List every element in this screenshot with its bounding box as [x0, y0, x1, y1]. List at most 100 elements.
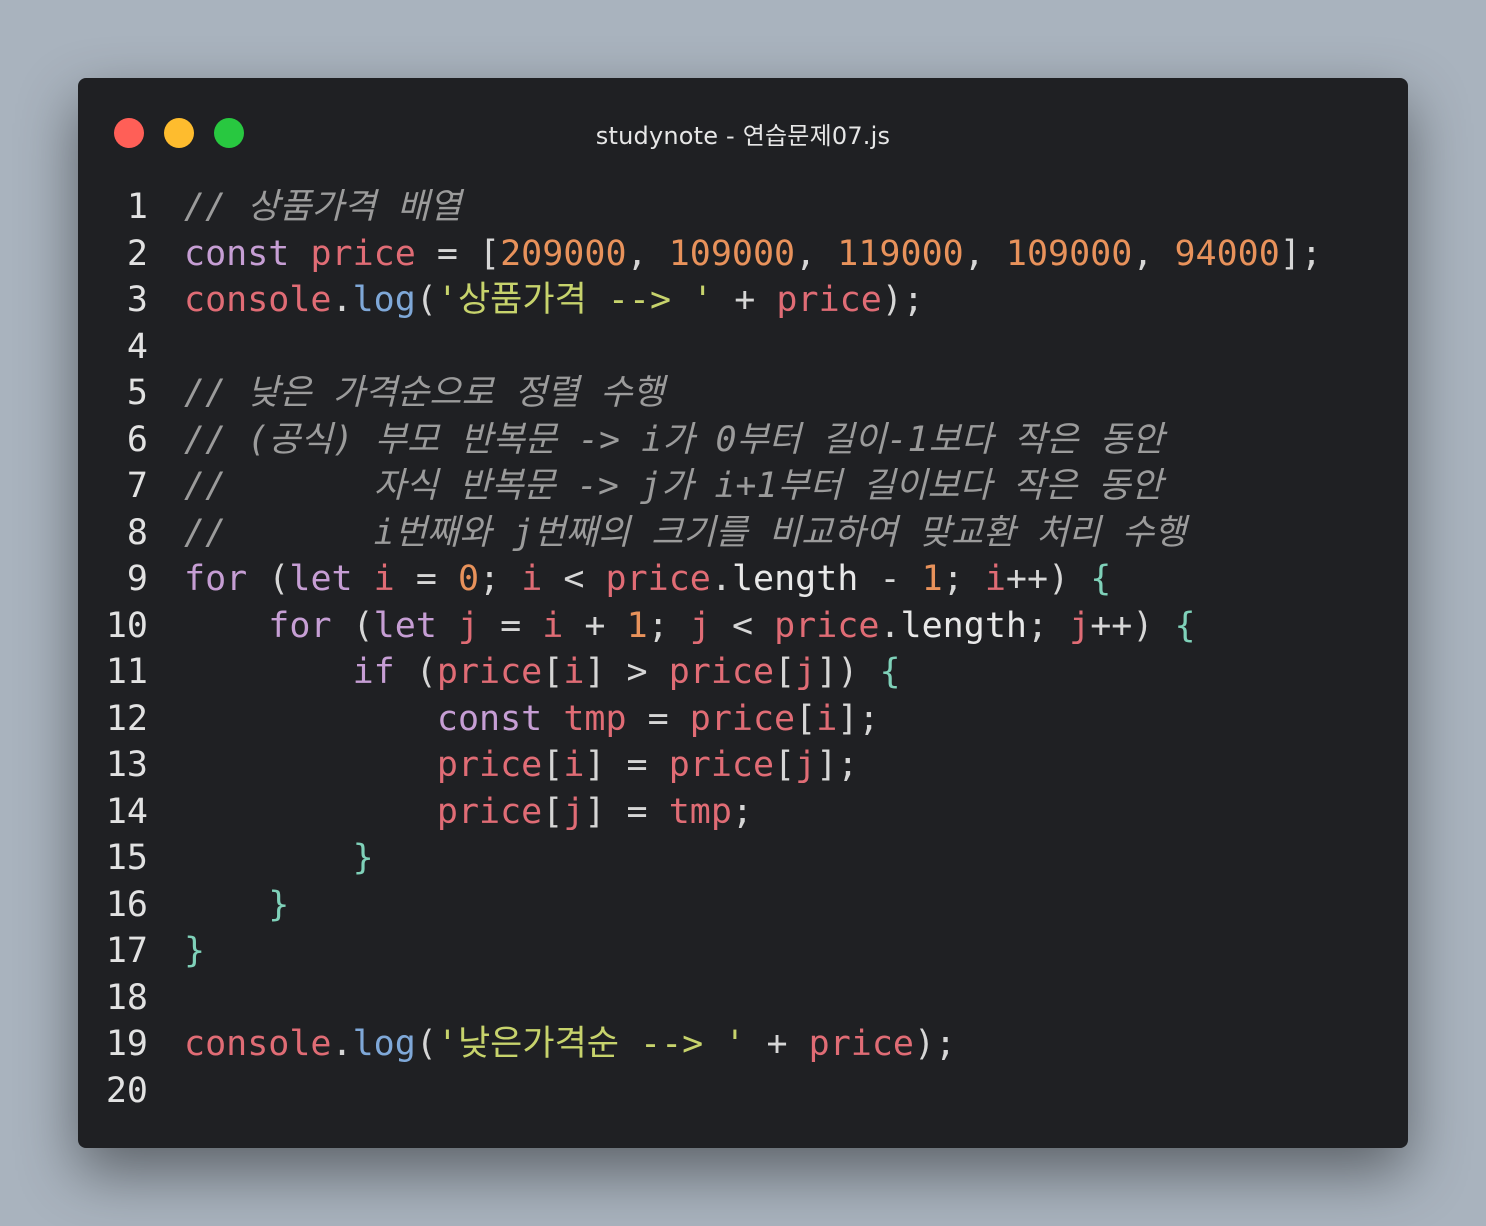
- code-token: 209000: [500, 233, 627, 274]
- code-token: ,: [795, 233, 838, 274]
- code-token: .: [710, 559, 732, 599]
- code-line: 20: [78, 1068, 1408, 1115]
- line-source: const tmp = price[i];: [184, 696, 880, 743]
- code-token: 119000: [837, 233, 964, 274]
- code-token: [: [542, 791, 564, 832]
- line-source: console.log('상품가격 --> ' + price);: [184, 277, 924, 324]
- line-source: }: [184, 928, 205, 975]
- line-number: 19: [105, 1024, 148, 1064]
- line-source: for (let j = i + 1; j < price.length; j+…: [184, 603, 1195, 650]
- code-window: studynote - 연습문제07.js 1 // 상품가격 배열 2 const …: [78, 78, 1408, 1148]
- line-number: 4: [126, 326, 148, 367]
- code-token: =: [605, 745, 669, 785]
- code-token: log: [352, 1024, 416, 1064]
- code-line: 1 // 상품가격 배열: [78, 184, 1408, 231]
- line-number: 7: [126, 466, 148, 506]
- code-line: 3 console.log('상품가격 --> ' + price);: [78, 277, 1408, 324]
- line-number: 9: [126, 559, 148, 599]
- code-line: 8 // i번째와 j번째의 크기를 비교하여 맞교환 처리 수행: [78, 510, 1408, 557]
- code-token: 1: [626, 605, 648, 646]
- code-token: -: [858, 559, 922, 599]
- code-token: tmp: [563, 698, 627, 739]
- code-token: i: [816, 698, 838, 739]
- code-token: price: [668, 745, 775, 785]
- line-number: 1: [126, 187, 148, 227]
- code-token: price: [605, 559, 711, 599]
- code-token: // i번째와 j번째의 크기를 비교하여 맞교환 처리 수행: [184, 512, 1187, 553]
- code-token: +: [563, 605, 627, 646]
- code-token: ]: [584, 652, 606, 692]
- code-line: 9 for (let i = 0; i < price.length - 1; i…: [78, 556, 1408, 603]
- code-line: 15 }: [78, 835, 1408, 882]
- code-token: ]: [584, 791, 606, 832]
- code-line: 12 const tmp = price[i];: [78, 696, 1408, 743]
- line-source: // i번째와 j번째의 크기를 비교하여 맞교환 처리 수행: [184, 510, 1186, 557]
- code-line: 5 // 낮은 가격순으로 정렬 수행: [78, 370, 1408, 417]
- code-token: 94000: [1174, 233, 1280, 274]
- code-token: length: [731, 559, 859, 599]
- code-token: <: [542, 559, 606, 599]
- code-line: 10 for (let j = i + 1; j < price.length;…: [78, 603, 1408, 650]
- code-token: i: [542, 605, 564, 646]
- line-number: 15: [105, 838, 148, 878]
- code-token: j: [563, 791, 585, 832]
- line-number: 12: [105, 698, 148, 739]
- code-token: [: [479, 233, 501, 274]
- code-token: const: [436, 698, 543, 739]
- code-token: [: [795, 698, 817, 739]
- code-token: let: [373, 605, 437, 646]
- line-source: // 낮은 가격순으로 정렬 수행: [184, 370, 665, 417]
- code-line: 2 const price = [209000, 109000, 119000, …: [78, 231, 1408, 278]
- code-token: +: [745, 1024, 809, 1064]
- code-token: price: [310, 233, 416, 274]
- code-token: .: [879, 605, 901, 646]
- code-token: i: [373, 559, 395, 599]
- code-token: .: [331, 280, 353, 320]
- code-token: =: [626, 698, 690, 739]
- code-token: tmp: [668, 791, 732, 832]
- code-token: ): [1048, 559, 1091, 599]
- code-line: 14 price[j] = tmp;: [78, 789, 1408, 836]
- line-source: // 자식 반복문 -> j가 i+1부터 길이보다 작은 동안: [184, 463, 1163, 510]
- line-number: 2: [126, 233, 148, 274]
- code-token: ;: [731, 791, 753, 832]
- code-token: j: [795, 745, 817, 785]
- code-token: .: [331, 1024, 353, 1064]
- code-line: 13 price[i] = price[j];: [78, 742, 1408, 789]
- code-editor[interactable]: 1 // 상품가격 배열 2 const price = [209000, 10900…: [78, 184, 1408, 1114]
- code-token: [: [774, 652, 796, 692]
- code-token: // (공식) 부모 반복문 -> i가 0부터 길이-1보다 작은 동안: [184, 419, 1164, 460]
- code-token: [: [774, 745, 796, 785]
- code-token: j: [1069, 605, 1091, 646]
- code-token: price: [436, 745, 543, 785]
- code-token: length: [900, 605, 1027, 646]
- code-line: 7 // 자식 반복문 -> j가 i+1부터 길이보다 작은 동안: [78, 463, 1408, 510]
- code-token: console: [184, 1024, 332, 1064]
- line-source: console.log('낮은가격순 --> ' + price);: [184, 1021, 956, 1068]
- line-source: price[i] = price[j];: [184, 742, 858, 789]
- code-token: ;: [1026, 605, 1070, 646]
- line-source: for (let i = 0; i < price.length - 1; i+…: [184, 556, 1111, 603]
- code-token: (: [331, 605, 374, 646]
- code-token: // 자식 반복문 -> j가 i+1부터 길이보다 작은 동안: [184, 466, 1163, 506]
- code-token: j: [689, 605, 711, 646]
- code-token: 109000: [668, 233, 796, 274]
- code-token: i: [521, 559, 543, 599]
- line-number: 11: [105, 652, 148, 692]
- code-token: ++: [1090, 605, 1133, 646]
- line-number: 8: [126, 512, 148, 553]
- code-token: ]: [584, 745, 606, 785]
- code-token: ,: [963, 233, 1006, 274]
- code-token: '상품가격 --> ': [436, 280, 714, 320]
- code-token: (: [394, 652, 437, 692]
- code-token: {: [1090, 559, 1112, 599]
- code-token: j: [457, 605, 480, 646]
- code-token: =: [605, 791, 669, 832]
- code-token: log: [352, 280, 416, 320]
- code-line: 11 if (price[i] > price[j]) {: [78, 649, 1408, 696]
- code-token: ,: [626, 233, 669, 274]
